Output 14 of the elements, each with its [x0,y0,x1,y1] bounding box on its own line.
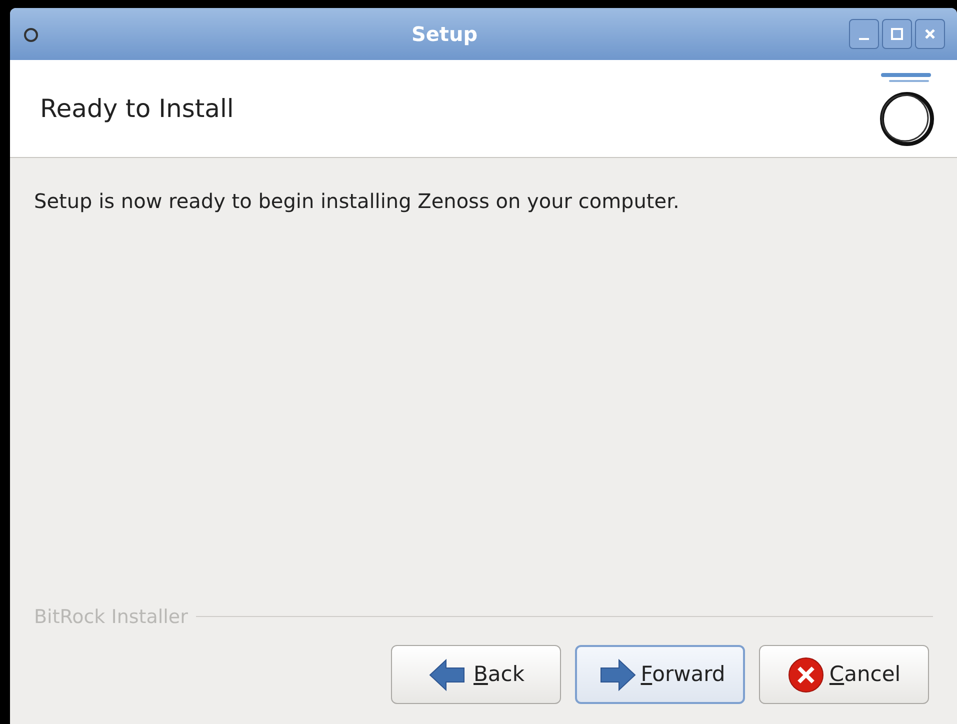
maximize-button[interactable] [882,19,912,49]
message-text: Setup is now ready to begin installing Zenoss on your computer. [34,188,680,215]
close-icon [923,27,937,41]
window-title: Setup [410,21,479,48]
page-heading: Ready to Install [40,92,234,125]
forward-button[interactable]: Forward [575,645,745,704]
minimize-button[interactable] [849,19,879,49]
cancel-button[interactable]: Cancel [759,645,929,704]
minimize-icon [859,38,869,40]
close-button[interactable] [915,19,945,49]
back-button[interactable]: Back [391,645,561,704]
maximize-icon [890,27,904,41]
ring-icon [22,25,40,43]
cancel-icon [787,656,826,694]
